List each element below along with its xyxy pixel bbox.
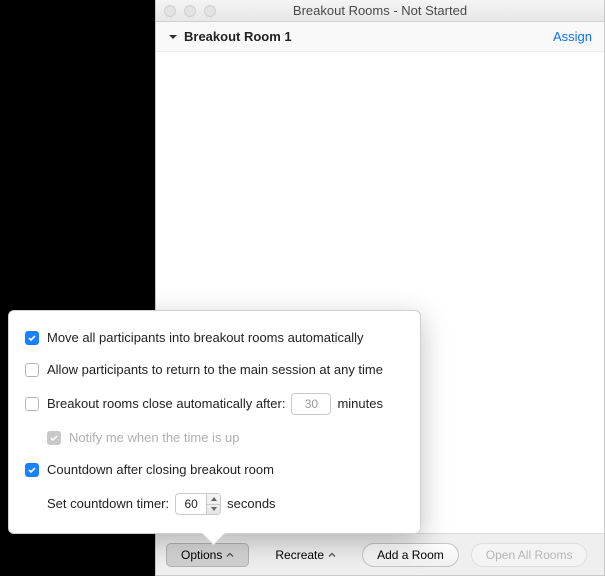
option-auto-close[interactable]: Breakout rooms close automatically after… [25,393,404,415]
window-controls [156,5,216,17]
add-room-button[interactable]: Add a Room [362,543,459,567]
checkbox-notify [47,431,61,445]
close-window-button[interactable] [164,5,176,17]
auto-close-minutes-input[interactable]: 30 [291,393,331,415]
option-auto-move[interactable]: Move all participants into breakout room… [25,329,404,347]
option-auto-close-label-after: minutes [337,395,383,413]
add-room-button-label: Add a Room [377,548,444,562]
option-auto-close-label-before: Breakout rooms close automatically after… [47,395,285,413]
options-button[interactable]: Options [166,543,249,567]
window-title: Breakout Rooms - Not Started [156,3,604,18]
minimize-window-button[interactable] [184,5,196,17]
option-notify-label: Notify me when the time is up [69,429,240,447]
titlebar: Breakout Rooms - Not Started [156,0,604,22]
option-countdown-timer: Set countdown timer: 60 seconds [47,493,404,515]
stepper-up-icon[interactable] [207,494,220,505]
open-all-rooms-label: Open All Rooms [486,548,573,562]
room-header: Breakout Room 1 Assign [156,22,604,52]
checkbox-auto-move[interactable] [25,331,39,345]
countdown-timer-label-before: Set countdown timer: [47,495,169,513]
recreate-button[interactable]: Recreate [261,543,350,567]
recreate-button-label: Recreate [275,548,324,562]
checkbox-countdown[interactable] [25,463,39,477]
option-allow-return-label: Allow participants to return to the main… [47,361,383,379]
countdown-seconds-stepper[interactable]: 60 [175,493,221,515]
zoom-window-button[interactable] [204,5,216,17]
chevron-up-icon [328,551,336,559]
countdown-timer-label-after: seconds [227,495,275,513]
option-allow-return[interactable]: Allow participants to return to the main… [25,361,404,379]
option-auto-move-label: Move all participants into breakout room… [47,329,363,347]
assign-link[interactable]: Assign [553,29,592,44]
chevron-up-icon [226,551,234,559]
checkbox-auto-close[interactable] [25,397,39,411]
options-popover: Move all participants into breakout room… [8,310,421,534]
open-all-rooms-button: Open All Rooms [471,543,588,567]
room-name: Breakout Room 1 [184,29,292,44]
option-notify: Notify me when the time is up [47,429,404,447]
option-countdown-label: Countdown after closing breakout room [47,461,274,479]
checkbox-allow-return[interactable] [25,363,39,377]
countdown-seconds-value: 60 [176,495,206,513]
footer-toolbar: Options Recreate Add a Room Open All Roo… [156,533,604,575]
options-button-label: Options [181,548,222,562]
collapse-room-toggle[interactable] [168,32,178,42]
stepper-down-icon[interactable] [207,505,220,515]
stepper-arrows[interactable] [206,494,220,514]
option-countdown[interactable]: Countdown after closing breakout room [25,461,404,479]
